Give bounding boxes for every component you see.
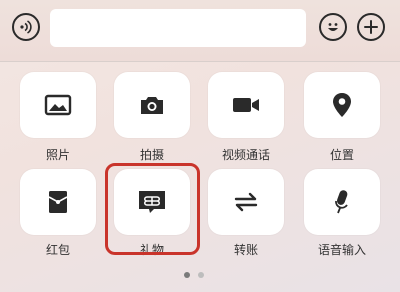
transfer-icon <box>234 192 258 212</box>
plus-icon <box>364 20 378 34</box>
camera-label: 拍摄 <box>139 148 164 162</box>
photo-tile[interactable] <box>20 72 96 138</box>
page-dot-2[interactable] <box>198 272 204 278</box>
video-call-tile[interactable] <box>208 72 284 138</box>
location-icon <box>333 93 351 117</box>
chat-input-bar <box>0 0 400 62</box>
voice-button[interactable] <box>12 13 40 41</box>
voice-input-label: 语音输入 <box>317 243 366 257</box>
photo-label: 照片 <box>45 148 70 162</box>
voice-input-tile[interactable] <box>304 169 380 235</box>
video-call-label: 视频通话 <box>221 148 270 162</box>
more-actions-panel: 照片 拍摄 视频通话 位置 红包 礼物 转账 语音输入 <box>0 62 400 292</box>
camera-tile[interactable] <box>114 72 190 138</box>
transfer-tile[interactable] <box>208 169 284 235</box>
emoji-icon <box>328 23 338 31</box>
red-packet-icon <box>48 191 68 213</box>
message-input[interactable] <box>50 9 306 47</box>
red-packet-tile[interactable] <box>20 169 96 235</box>
page-dot-1[interactable] <box>184 272 190 278</box>
video-call-icon <box>233 98 259 112</box>
microphone-icon <box>335 190 348 214</box>
location-tile[interactable] <box>304 72 380 138</box>
more-button[interactable] <box>357 13 385 41</box>
emoji-button[interactable] <box>319 13 347 41</box>
gift-highlight-box <box>105 163 200 255</box>
camera-icon <box>141 97 163 114</box>
red-packet-label: 红包 <box>45 243 70 257</box>
photo-icon <box>44 94 72 116</box>
location-label: 位置 <box>329 148 354 162</box>
transfer-label: 转账 <box>233 243 258 257</box>
voice-icon <box>20 20 32 34</box>
page-indicator[interactable] <box>184 272 204 278</box>
